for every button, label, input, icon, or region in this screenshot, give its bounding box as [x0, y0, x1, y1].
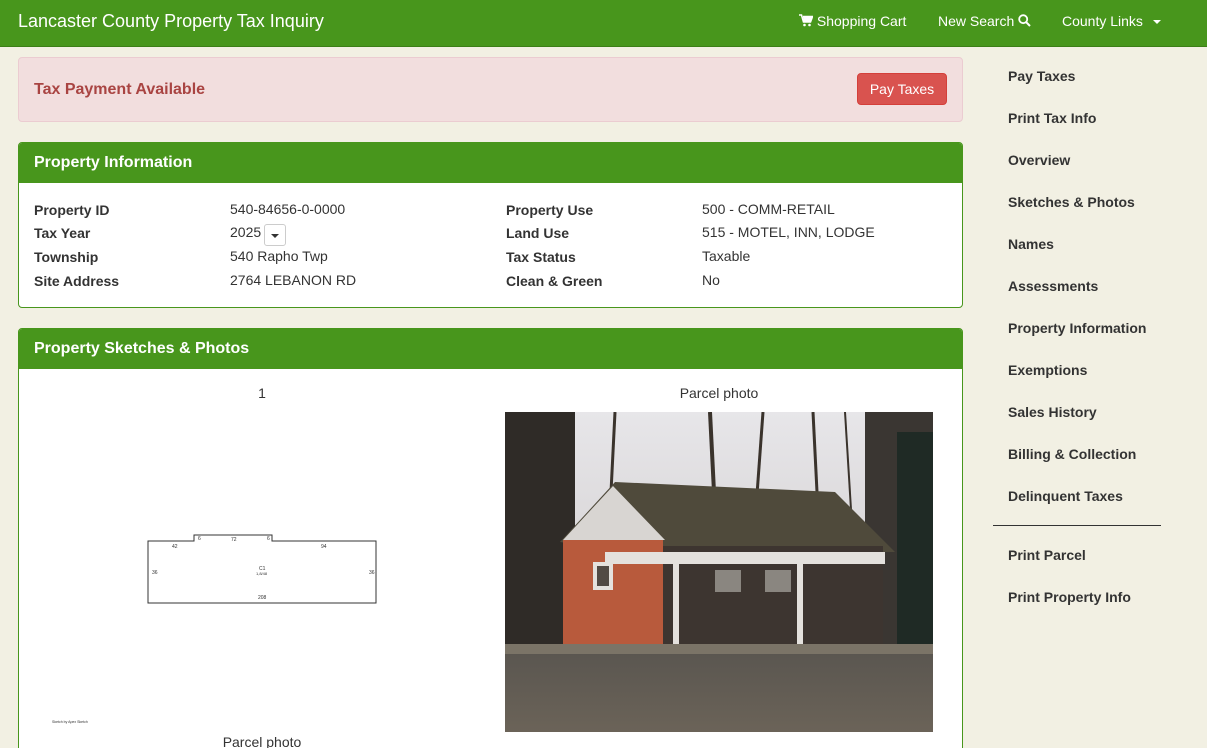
tax-year-label: Tax Year: [34, 225, 91, 241]
clean-green-label: Clean & Green: [506, 273, 603, 289]
township-label: Township: [34, 249, 99, 265]
sidebar-item-pay-taxes[interactable]: Pay Taxes: [1008, 68, 1075, 84]
sketch-dim-bottom: 208: [258, 595, 267, 601]
sketch-center-area: 1,8/48: [256, 571, 268, 576]
sketch-dim-notch-top: 72: [231, 537, 237, 543]
sidebar-item-sketches-photos[interactable]: Sketches & Photos: [1008, 194, 1135, 210]
pay-taxes-button[interactable]: Pay Taxes: [857, 73, 947, 105]
property-use-label: Property Use: [506, 202, 594, 218]
county-links-dropdown[interactable]: County Links: [1062, 13, 1161, 29]
property-id-label: Property ID: [34, 202, 110, 218]
sidebar-divider: [993, 525, 1161, 526]
caret-down-icon: [271, 234, 279, 238]
sketch-bottom-caption: Parcel photo: [222, 734, 302, 748]
sketch-dim-top-left: 42: [172, 544, 178, 550]
panel-heading: Property Information: [19, 143, 962, 183]
new-search-link[interactable]: New Search: [938, 13, 1031, 29]
property-id-value: 540-84656-0-0000: [230, 201, 346, 217]
site-brand[interactable]: Lancaster County Property Tax Inquiry: [18, 11, 324, 32]
sketch-dim-left: 36: [152, 570, 158, 576]
caret-down-icon: [1152, 20, 1161, 25]
sidebar-item-property-information[interactable]: Property Information: [1008, 320, 1146, 336]
property-use-value: 500 - COMM-RETAIL: [702, 201, 835, 217]
sidebar-item-print-tax-info[interactable]: Print Tax Info: [1008, 110, 1096, 126]
site-address-label: Site Address: [34, 273, 120, 289]
sketch-dim-notch-left: 6: [198, 536, 201, 542]
clean-green-value: No: [702, 272, 720, 288]
county-links-label: County Links: [1062, 13, 1143, 29]
sketch-dim-right: 36: [369, 570, 375, 576]
township-value: 540 Rapho Twp: [230, 248, 328, 264]
sidebar-item-billing-collection[interactable]: Billing & Collection: [1008, 446, 1136, 462]
sidebar-item-print-property-info[interactable]: Print Property Info: [1008, 589, 1131, 605]
parcel-photo[interactable]: [505, 412, 933, 732]
sketch-dim-top-right: 94: [321, 544, 327, 550]
sidebar-item-sales-history[interactable]: Sales History: [1008, 404, 1097, 420]
search-icon: [1018, 14, 1031, 27]
tax-status-value: Taxable: [702, 248, 751, 264]
property-sketch[interactable]: 42 6 72 6 94 36 36 208 C1 1,8/48 Sketch …: [34, 469, 490, 729]
sketch-dim-notch-right: 6: [267, 536, 270, 542]
tax-payment-alert: Tax Payment Available Pay Taxes: [18, 57, 963, 122]
land-use-value: 515 - MOTEL, INN, LODGE: [702, 224, 875, 240]
sketch-caption: 1: [258, 385, 266, 401]
new-search-label: New Search: [938, 13, 1015, 29]
sidebar-item-print-parcel[interactable]: Print Parcel: [1008, 547, 1086, 563]
top-navbar: Lancaster County Property Tax Inquiry Sh…: [0, 0, 1207, 47]
shopping-cart-label: Shopping Cart: [816, 13, 907, 29]
sidebar-item-exemptions[interactable]: Exemptions: [1008, 362, 1087, 378]
sketch-credit: Sketch by Apex Sketch: [52, 720, 88, 724]
alert-title: Tax Payment Available: [34, 81, 206, 98]
site-address-value: 2764 LEBANON RD: [230, 272, 357, 288]
tax-status-label: Tax Status: [506, 249, 576, 265]
shopping-cart-icon: [799, 14, 814, 27]
tax-year-value: 2025: [230, 224, 262, 240]
sidebar-item-overview[interactable]: Overview: [1008, 152, 1070, 168]
sidebar-item-names[interactable]: Names: [1008, 236, 1054, 252]
tax-year-dropdown[interactable]: [264, 224, 286, 246]
shopping-cart-link[interactable]: Shopping Cart: [799, 13, 906, 29]
land-use-label: Land Use: [506, 225, 570, 241]
property-information-panel: Property Information Property ID 540-846…: [18, 142, 963, 308]
property-sketches-photos-panel: Property Sketches & Photos 1 42 6 72 6 9…: [18, 328, 963, 748]
sidebar-item-delinquent-taxes[interactable]: Delinquent Taxes: [1008, 488, 1123, 504]
panel-heading: Property Sketches & Photos: [19, 329, 962, 369]
photo-caption: Parcel photo: [679, 385, 759, 401]
sidebar-item-assessments[interactable]: Assessments: [1008, 278, 1098, 294]
